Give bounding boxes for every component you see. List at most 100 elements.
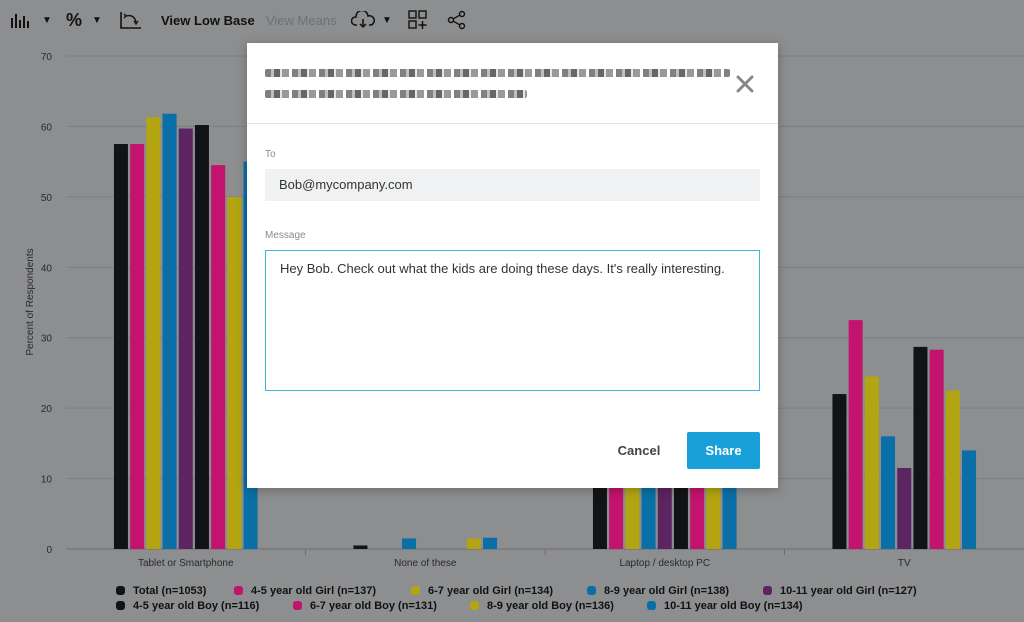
legend-swatch — [116, 601, 125, 610]
percent-icon: % — [66, 9, 83, 30]
bar — [353, 545, 368, 549]
add-widget-button[interactable] — [408, 8, 428, 32]
chevron-down-icon: ▼ — [42, 14, 52, 26]
bar — [832, 394, 847, 549]
bar — [178, 128, 193, 549]
message-label: Message — [265, 230, 306, 241]
x-tick-label: Laptop / desktop PC — [619, 558, 710, 569]
x-tick-label: Tablet or Smartphone — [138, 558, 234, 569]
bar — [211, 165, 226, 549]
bar — [641, 478, 656, 549]
bar — [864, 376, 879, 549]
y-tick-label: 0 — [46, 545, 52, 556]
legend-item[interactable]: 10-11 year old Girl (n=127) — [763, 585, 917, 597]
legend-label: 10-11 year old Girl (n=127) — [780, 584, 917, 597]
toolbar: ▼ % ▼ View Low Base View Means ▼ — [0, 0, 1024, 40]
legend-swatch — [763, 586, 772, 595]
download-button[interactable]: ▼ — [351, 8, 392, 32]
bar — [402, 538, 417, 549]
bar — [146, 117, 161, 549]
legend-item[interactable]: 8-9 year old Girl (n=138) — [587, 585, 763, 597]
cancel-button[interactable]: Cancel — [611, 432, 667, 469]
legend-item[interactable]: 10-11 year old Boy (n=134) — [647, 600, 802, 612]
to-label: To — [265, 149, 276, 160]
bar — [897, 468, 912, 549]
bar — [625, 478, 640, 549]
y-tick-label: 30 — [41, 334, 53, 345]
bar — [113, 144, 128, 550]
bar-chart-icon — [11, 14, 29, 28]
close-icon[interactable] — [733, 72, 757, 96]
swap-axes-icon — [120, 12, 141, 29]
view-means-button: View Means — [266, 12, 337, 28]
bar — [194, 125, 209, 550]
legend-item[interactable]: 6-7 year old Girl (n=134) — [411, 585, 587, 597]
x-tick-label: None of these — [394, 558, 457, 569]
legend-swatch — [647, 601, 656, 610]
share-dialog: To Bob@mycompany.com Message Hey Bob. Ch… — [247, 43, 778, 488]
legend-row: 4-5 year old Boy (n=116) 6-7 year old Bo… — [116, 598, 996, 613]
bar — [706, 478, 721, 549]
view-low-base-button[interactable]: View Low Base — [161, 8, 255, 32]
legend-swatch — [293, 601, 302, 610]
chevron-down-icon: ▼ — [92, 14, 102, 26]
legend-item[interactable]: 8-9 year old Boy (n=136) — [470, 600, 647, 612]
legend-item[interactable]: Total (n=1053) — [116, 585, 234, 597]
redacted-title-line — [265, 69, 730, 77]
message-textarea[interactable]: Hey Bob. Check out what the kids are doi… — [265, 250, 760, 391]
legend-swatch — [411, 586, 420, 595]
bar — [130, 144, 145, 550]
legend-label: 4-5 year old Girl (n=137) — [251, 584, 377, 597]
y-tick-label: 10 — [41, 475, 53, 486]
share-toolbar-button[interactable] — [447, 8, 467, 32]
bar — [483, 537, 498, 549]
bar — [609, 478, 624, 549]
share-icon — [447, 10, 466, 30]
legend-label: 6-7 year old Boy (n=131) — [310, 599, 437, 612]
y-tick-label: 60 — [41, 122, 53, 133]
y-tick-label: 70 — [41, 52, 53, 63]
chevron-down-icon: ▼ — [382, 14, 392, 26]
bar — [945, 390, 960, 549]
bar — [673, 478, 688, 549]
bar — [913, 346, 928, 549]
swap-axes-button[interactable] — [118, 8, 144, 32]
legend-label: Total (n=1053) — [133, 584, 207, 597]
bar — [722, 478, 737, 549]
legend-swatch — [116, 586, 125, 595]
legend-row: Total (n=1053) 4-5 year old Girl (n=137)… — [116, 583, 996, 598]
to-input[interactable]: Bob@mycompany.com — [265, 169, 760, 201]
dialog-header — [247, 43, 778, 124]
bar — [592, 478, 607, 549]
bar — [929, 349, 944, 549]
legend-label: 6-7 year old Girl (n=134) — [428, 584, 554, 597]
bar — [466, 538, 481, 549]
y-axis-label: Percent of Respondents — [25, 248, 36, 355]
legend-swatch — [470, 601, 479, 610]
legend-item[interactable]: 4-5 year old Girl (n=137) — [234, 585, 411, 597]
app-stage: 0 10 20 30 40 50 60 70 Percent of Respondents Tab… — [0, 0, 1024, 622]
y-tick-label: 50 — [41, 193, 53, 204]
chart-type-button[interactable]: ▼ — [10, 8, 52, 32]
legend-swatch — [587, 586, 596, 595]
legend-label: 8-9 year old Boy (n=136) — [487, 599, 614, 612]
x-tick-label: TV — [898, 558, 911, 569]
percent-button[interactable]: % ▼ — [66, 8, 102, 32]
bar — [881, 436, 896, 549]
legend-label: 8-9 year old Girl (n=138) — [604, 584, 730, 597]
y-tick-label: 20 — [41, 404, 53, 415]
legend-item[interactable]: 6-7 year old Boy (n=131) — [293, 600, 470, 612]
legend-label: 10-11 year old Boy (n=134) — [664, 599, 803, 612]
redacted-title-line — [265, 90, 527, 98]
add-widget-icon — [408, 10, 427, 29]
chart-legend: Total (n=1053) 4-5 year old Girl (n=137)… — [116, 583, 996, 613]
bar — [162, 113, 177, 549]
legend-label: 4-5 year old Boy (n=116) — [133, 599, 260, 612]
bar — [848, 320, 863, 549]
share-button[interactable]: Share — [687, 432, 760, 469]
cloud-download-icon — [351, 11, 375, 29]
bar — [962, 450, 977, 549]
legend-swatch — [234, 586, 243, 595]
y-tick-label: 40 — [41, 263, 53, 274]
legend-item[interactable]: 4-5 year old Boy (n=116) — [116, 600, 293, 612]
